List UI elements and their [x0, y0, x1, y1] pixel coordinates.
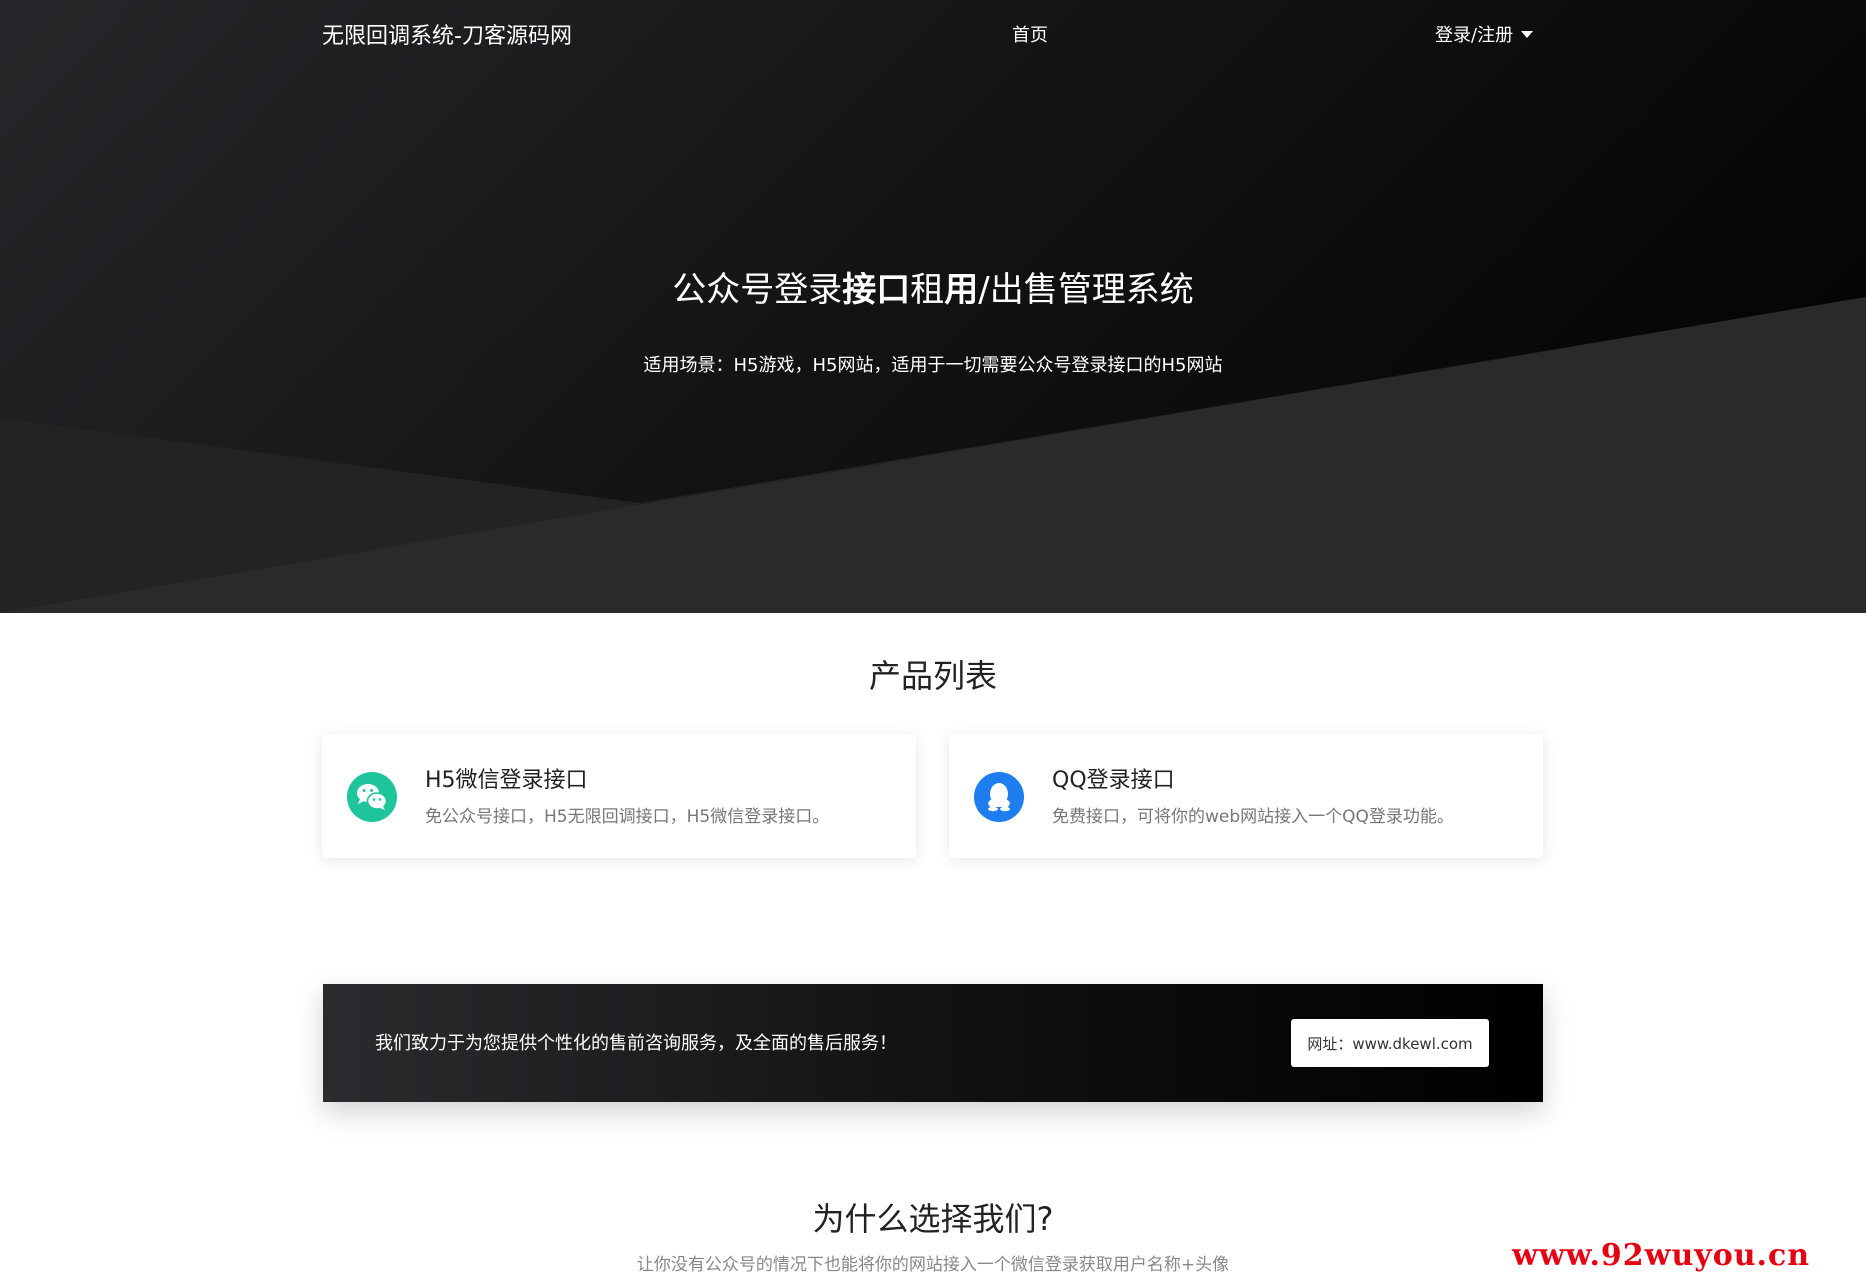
product-desc-wechat: 免公众号接口，H5无限回调接口，H5微信登录接口。	[425, 807, 830, 827]
nav-home-link[interactable]: 首页	[1012, 21, 1048, 47]
product-title-wechat: H5微信登录接口	[425, 768, 588, 793]
hero-title-bold2: 用	[944, 270, 979, 310]
cta-text: 我们致力于为您提供个性化的售前咨询服务，及全面的售后服务！	[375, 1033, 897, 1054]
product-card-qq[interactable]: QQ登录接口 免费接口，可将你的web网站接入一个QQ登录功能。	[949, 734, 1543, 858]
hero-title-part1: 公众号登录	[672, 270, 843, 310]
hero-subtitle: 适用场景：H5游戏，H5网站，适用于一切需要公众号登录接口的H5网站	[643, 355, 1223, 376]
hero-title-part3: /出售管理系统	[978, 270, 1194, 310]
hero-title-part2: 租	[910, 270, 945, 310]
products-title: 产品列表	[868, 657, 997, 695]
hero-section: 无限回调系统-刀客源码网 首页 登录/注册 公众号登录接口租用/出售管理系统 适…	[0, 0, 1866, 613]
top-navbar: 无限回调系统-刀客源码网 首页 登录/注册	[0, 0, 1866, 66]
caret-down-icon	[1521, 30, 1534, 38]
nav-login-dropdown[interactable]: 登录/注册	[1435, 21, 1534, 47]
qq-icon	[974, 772, 1024, 822]
watermark: www.92wuyou.cn	[1512, 1238, 1811, 1273]
hero-title: 公众号登录接口租用/出售管理系统	[0, 262, 1866, 311]
website-button[interactable]: 网址：www.dkewl.com	[1291, 1019, 1489, 1067]
hero-title-bold1: 接口	[842, 270, 911, 310]
product-card-wechat[interactable]: H5微信登录接口 免公众号接口，H5无限回调接口，H5微信登录接口。	[322, 734, 916, 858]
cta-banner: 我们致力于为您提供个性化的售前咨询服务，及全面的售后服务！ 网址：www.dke…	[323, 984, 1543, 1102]
product-desc-qq: 免费接口，可将你的web网站接入一个QQ登录功能。	[1052, 807, 1454, 827]
site-brand[interactable]: 无限回调系统-刀客源码网	[322, 18, 572, 50]
why-title: 为什么选择我们?	[812, 1200, 1054, 1238]
product-title-qq: QQ登录接口	[1052, 768, 1175, 793]
wechat-icon	[347, 772, 397, 822]
nav-login-label: 登录/注册	[1435, 25, 1514, 46]
